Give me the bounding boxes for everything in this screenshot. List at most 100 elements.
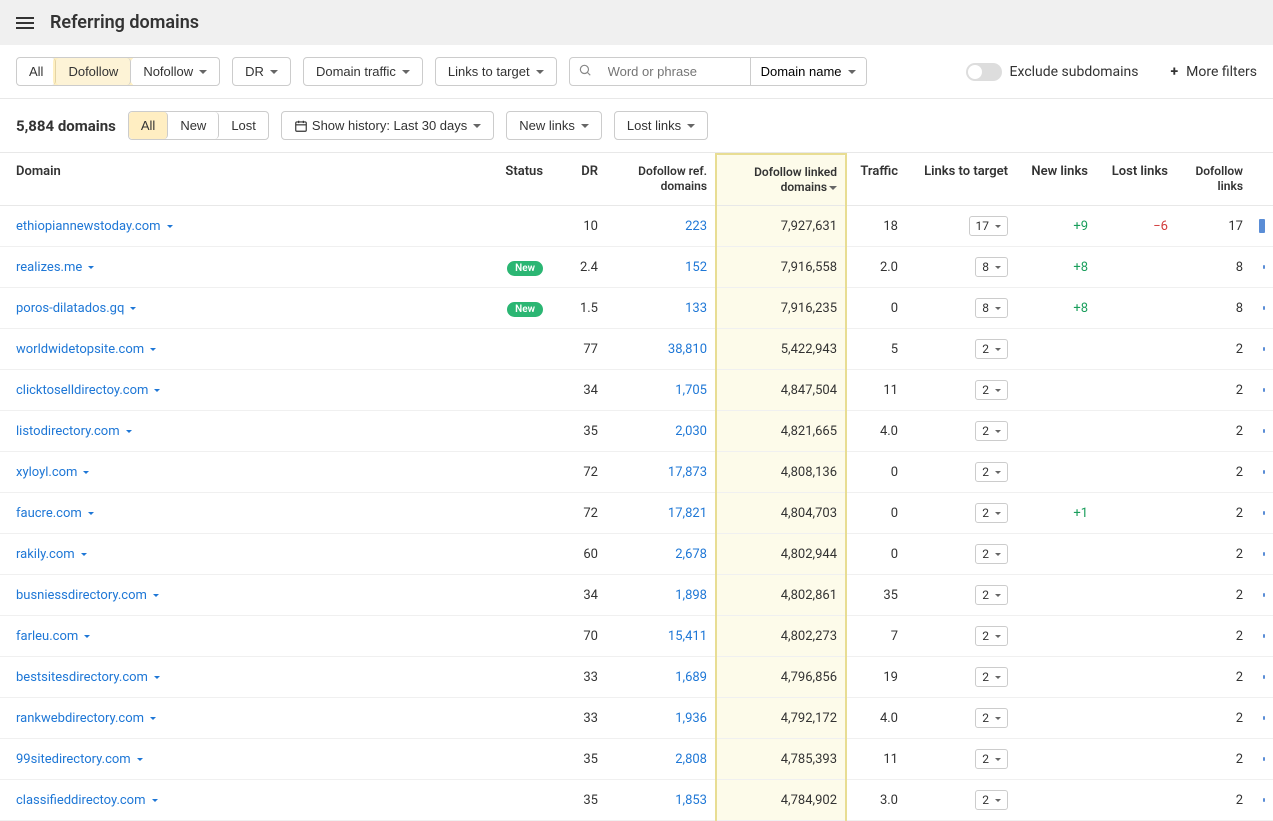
- tab-lost-status[interactable]: Lost: [219, 112, 268, 139]
- ref-domains-link[interactable]: 152: [685, 260, 707, 275]
- links-target-dropdown[interactable]: 2: [975, 544, 1008, 564]
- tab-all-status[interactable]: All: [129, 112, 168, 139]
- search-type-select[interactable]: Domain name: [750, 58, 866, 85]
- domain-link[interactable]: clicktoselldirectoy.com: [16, 383, 148, 398]
- links-target-dropdown[interactable]: 2: [975, 462, 1008, 482]
- chevron-down-icon[interactable]: [150, 717, 156, 720]
- links-target-dropdown[interactable]: 2: [975, 503, 1008, 523]
- links-target-dropdown[interactable]: 8: [975, 257, 1008, 277]
- links-target-dropdown[interactable]: 2: [975, 339, 1008, 359]
- ref-domains-link[interactable]: 17,821: [668, 506, 707, 521]
- col-dofollow-links[interactable]: Dofollow links: [1176, 154, 1251, 206]
- chevron-down-icon[interactable]: [137, 758, 143, 761]
- traffic-value: 0: [846, 452, 906, 493]
- col-dofollow-ref[interactable]: Dofollow ref. domains: [606, 154, 716, 206]
- chevron-down-icon[interactable]: [81, 553, 87, 556]
- dr-filter[interactable]: DR: [232, 57, 291, 86]
- domain-link[interactable]: rakily.com: [16, 547, 75, 562]
- lost-links-value: −6: [1153, 219, 1168, 234]
- links-target-dropdown[interactable]: 2: [975, 708, 1008, 728]
- links-target-dropdown[interactable]: 17: [969, 216, 1009, 236]
- chevron-down-icon[interactable]: [84, 635, 90, 638]
- domain-link[interactable]: xyloyl.com: [16, 465, 77, 480]
- tab-dofollow[interactable]: Dofollow: [56, 58, 131, 85]
- domain-link[interactable]: listodirectory.com: [16, 424, 120, 439]
- domain-link[interactable]: worldwidetopsite.com: [16, 342, 144, 357]
- links-target-filter[interactable]: Links to target: [435, 57, 557, 86]
- ref-domains-link[interactable]: 38,810: [668, 342, 707, 357]
- ref-domains-link[interactable]: 1,898: [675, 588, 707, 603]
- domain-link[interactable]: classifieddirectoy.com: [16, 793, 146, 808]
- chevron-down-icon[interactable]: [88, 512, 94, 515]
- spark-icon: [1263, 757, 1265, 761]
- chevron-down-icon[interactable]: [88, 266, 94, 269]
- chevron-down-icon[interactable]: [150, 348, 156, 351]
- links-target-dropdown[interactable]: 2: [975, 421, 1008, 441]
- links-target-dropdown[interactable]: 2: [975, 790, 1008, 810]
- spark-icon: [1263, 511, 1265, 515]
- dofollow-links-value: 2: [1176, 657, 1251, 698]
- chevron-down-icon[interactable]: [83, 471, 89, 474]
- col-lost-links[interactable]: Lost links: [1096, 154, 1176, 206]
- menu-icon[interactable]: [16, 17, 34, 29]
- domain-link[interactable]: busniessdirectory.com: [16, 588, 147, 603]
- ref-domains-link[interactable]: 133: [685, 301, 707, 316]
- links-target-dropdown[interactable]: 2: [975, 667, 1008, 687]
- links-target-dropdown[interactable]: 2: [975, 749, 1008, 769]
- dofollow-links-value: 2: [1176, 493, 1251, 534]
- col-domain[interactable]: Domain: [0, 154, 481, 206]
- domain-link[interactable]: poros-dilatados.gq: [16, 301, 124, 316]
- chevron-down-icon: [402, 70, 410, 74]
- ref-domains-link[interactable]: 17,873: [668, 465, 707, 480]
- dr-value: 77: [551, 329, 606, 370]
- domain-link[interactable]: rankwebdirectory.com: [16, 711, 144, 726]
- search-icon: [570, 63, 600, 81]
- show-history-button[interactable]: Show history: Last 30 days: [281, 111, 494, 140]
- chevron-down-icon[interactable]: [167, 225, 173, 228]
- ref-domains-link[interactable]: 1,689: [675, 670, 707, 685]
- chevron-down-icon[interactable]: [130, 307, 136, 310]
- exclude-subdomains-toggle[interactable]: [966, 63, 1002, 81]
- ref-domains-link[interactable]: 223: [685, 219, 707, 234]
- ref-domains-link[interactable]: 2,678: [675, 547, 707, 562]
- chevron-down-icon[interactable]: [154, 389, 160, 392]
- links-target-dropdown[interactable]: 2: [975, 626, 1008, 646]
- ref-domains-link[interactable]: 15,411: [668, 629, 707, 644]
- col-links-target[interactable]: Links to target: [906, 154, 1016, 206]
- domain-traffic-filter[interactable]: Domain traffic: [303, 57, 423, 86]
- domain-link[interactable]: ethiopiannewstoday.com: [16, 219, 161, 234]
- tab-new-status[interactable]: New: [168, 112, 219, 139]
- links-target-dropdown[interactable]: 8: [975, 298, 1008, 318]
- domain-link[interactable]: faucre.com: [16, 506, 82, 521]
- chevron-down-icon[interactable]: [126, 430, 132, 433]
- col-status[interactable]: Status: [481, 154, 551, 206]
- domain-link[interactable]: bestsitesdirectory.com: [16, 670, 148, 685]
- col-dr[interactable]: DR: [551, 154, 606, 206]
- ref-domains-link[interactable]: 1,936: [675, 711, 707, 726]
- domain-link[interactable]: farleu.com: [16, 629, 78, 644]
- domain-link[interactable]: realizes.me: [16, 260, 82, 275]
- spark-icon: [1263, 593, 1265, 597]
- col-traffic[interactable]: Traffic: [846, 154, 906, 206]
- ref-domains-link[interactable]: 2,030: [675, 424, 707, 439]
- tab-nofollow[interactable]: Nofollow: [131, 58, 219, 85]
- more-filters-button[interactable]: More filters: [1186, 64, 1257, 80]
- chevron-down-icon[interactable]: [153, 594, 159, 597]
- dr-value: 35: [551, 780, 606, 821]
- table-row: 99sitedirectory.com352,8084,785,393112 2: [0, 739, 1273, 780]
- links-target-dropdown[interactable]: 2: [975, 585, 1008, 605]
- ref-domains-link[interactable]: 1,705: [675, 383, 707, 398]
- domain-link[interactable]: 99sitedirectory.com: [16, 752, 131, 767]
- links-target-dropdown[interactable]: 2: [975, 380, 1008, 400]
- search-input[interactable]: [600, 58, 750, 85]
- new-links-filter[interactable]: New links: [506, 111, 602, 140]
- chevron-down-icon[interactable]: [154, 676, 160, 679]
- chevron-down-icon[interactable]: [152, 799, 158, 802]
- ref-domains-link[interactable]: 2,808: [675, 752, 707, 767]
- tab-all[interactable]: All: [17, 58, 56, 85]
- col-new-links[interactable]: New links: [1016, 154, 1096, 206]
- col-dofollow-linked[interactable]: Dofollow linked domains: [716, 154, 846, 206]
- ref-domains-link[interactable]: 1,853: [675, 793, 707, 808]
- lost-links-filter[interactable]: Lost links: [614, 111, 708, 140]
- dofollow-links-value: 2: [1176, 329, 1251, 370]
